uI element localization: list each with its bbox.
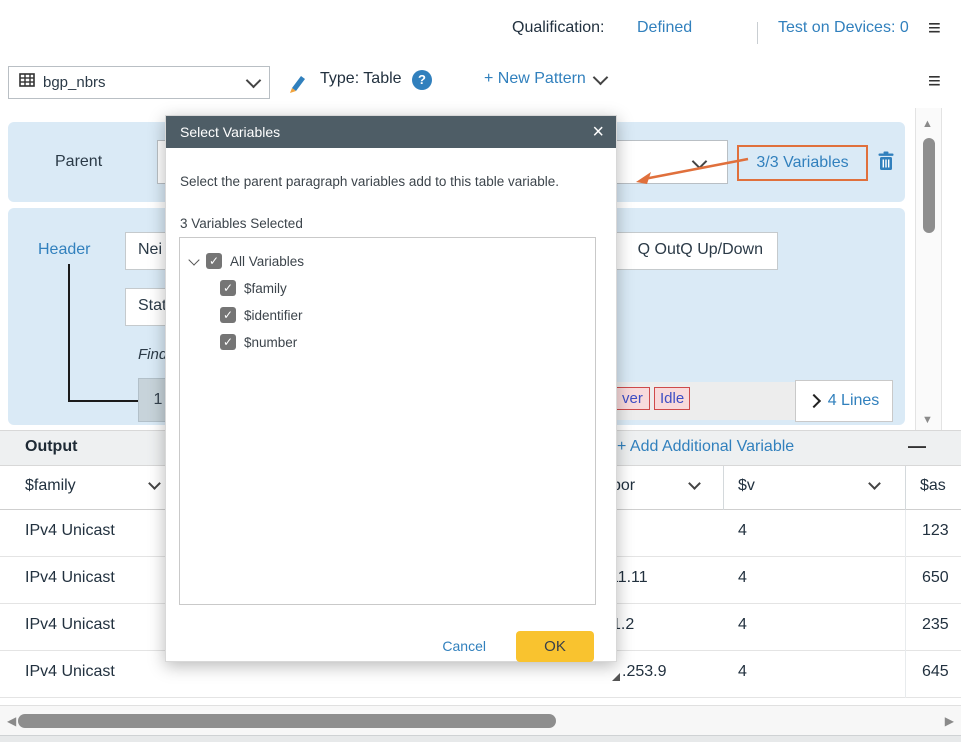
cell-as: 650 (922, 569, 949, 587)
header-line-2-left-text: Stat (138, 297, 166, 315)
lines-count-label: 4 Lines (828, 392, 880, 410)
bottom-edge-strip (0, 735, 961, 742)
checkbox-checked-icon[interactable]: ✓ (220, 280, 236, 296)
tree-item-label: All Variables (230, 254, 304, 269)
header-label: Header (38, 241, 90, 259)
tree-item-label: $number (244, 335, 297, 350)
horizontal-scrollbar-thumb[interactable] (18, 714, 556, 728)
top-bar: Qualification: Defined Test on Devices: … (0, 0, 961, 58)
output-title: Output (25, 438, 77, 456)
cell-as: 645 (922, 663, 949, 681)
tree-item-label: $identifier (244, 308, 303, 323)
parent-label: Parent (55, 122, 102, 202)
column-separator (723, 466, 724, 510)
column-separator (905, 651, 906, 698)
vertical-scrollbar-thumb[interactable] (923, 138, 935, 233)
tree-connector-line (68, 264, 138, 402)
column-separator (905, 604, 906, 651)
scroll-up-icon[interactable]: ▲ (922, 118, 933, 130)
highlight-token-idle[interactable]: Idle (654, 387, 690, 410)
scroll-left-icon[interactable]: ◀ (7, 714, 16, 728)
cancel-button[interactable]: Cancel (442, 638, 486, 654)
scroll-right-icon[interactable]: ▶ (945, 714, 954, 728)
close-icon[interactable]: × (592, 122, 604, 142)
qualification-value-link[interactable]: Defined (637, 19, 692, 37)
chevron-down-icon[interactable] (868, 477, 881, 490)
tree-item-label: $family (244, 281, 287, 296)
dialog-footer: Cancel OK (166, 630, 594, 662)
chevron-down-icon[interactable] (148, 477, 161, 490)
test-on-devices-link[interactable]: Test on Devices: 0 (778, 19, 909, 37)
app-window: Qualification: Defined Test on Devices: … (0, 0, 961, 742)
type-label: Type: Table (320, 70, 402, 88)
tree-item-family[interactable]: ✓ $family (220, 277, 287, 299)
chevron-down-icon (246, 73, 262, 89)
pattern-select-dropdown[interactable]: bgp_nbrs (8, 66, 270, 99)
variables-tree: ✓ All Variables ✓ $family ✓ $identifier … (179, 237, 596, 605)
topbar-divider (757, 22, 758, 44)
highlight-token-ver[interactable]: ver (616, 387, 650, 410)
horizontal-scrollbar[interactable]: ◀ ▶ (0, 705, 961, 735)
tree-item-identifier[interactable]: ✓ $identifier (220, 304, 303, 326)
column-separator (905, 557, 906, 604)
chevron-down-icon (692, 154, 708, 170)
column-header-v[interactable]: $v (738, 477, 755, 495)
ok-button[interactable]: OK (516, 631, 594, 662)
new-pattern-button[interactable]: + New Pattern (484, 70, 586, 88)
delete-trash-icon[interactable] (876, 150, 896, 177)
selected-count-label: 3 Variables Selected (180, 216, 303, 231)
checkbox-checked-icon[interactable]: ✓ (206, 253, 222, 269)
chevron-down-icon[interactable] (188, 254, 199, 265)
toolbar-hamburger-menu-icon[interactable]: ≡ (928, 68, 941, 94)
edit-pencil-icon[interactable] (284, 72, 306, 99)
cell-as: 235 (922, 616, 949, 634)
column-header-family[interactable]: $family (25, 477, 76, 495)
column-header-as[interactable]: $as (920, 477, 946, 495)
column-separator (905, 510, 906, 557)
new-pattern-chevron-icon[interactable] (593, 70, 609, 86)
add-additional-variable-button[interactable]: + Add Additional Variable (617, 438, 794, 456)
dialog-header[interactable]: Select Variables × (166, 116, 616, 148)
hamburger-menu-icon[interactable]: ≡ (928, 15, 941, 41)
help-icon[interactable]: ? (412, 70, 432, 90)
cell-family: IPv4 Unicast (25, 522, 115, 540)
tree-item-number[interactable]: ✓ $number (220, 331, 297, 353)
checkbox-checked-icon[interactable]: ✓ (220, 334, 236, 350)
checkbox-checked-icon[interactable]: ✓ (220, 307, 236, 323)
cell-v: 4 (738, 569, 747, 587)
collapse-section-button[interactable]: — (908, 436, 926, 457)
cell-family: IPv4 Unicast (25, 569, 115, 587)
chevron-down-icon[interactable] (688, 477, 701, 490)
select-variables-dialog: Select Variables × Select the parent par… (165, 115, 617, 662)
cell-v: 4 (738, 522, 747, 540)
cell-v: 4 (738, 616, 747, 634)
dialog-description: Select the parent paragraph variables ad… (180, 174, 559, 189)
dialog-title: Select Variables (180, 124, 592, 140)
qualification-label: Qualification: (512, 19, 605, 37)
pattern-name: bgp_nbrs (43, 74, 240, 91)
tree-item-all-variables[interactable]: ✓ All Variables (190, 250, 304, 272)
expand-lines-button[interactable]: 4 Lines (795, 380, 893, 422)
header-line-1-right-text: Q OutQ Up/Down (638, 241, 763, 259)
cell-family: IPv4 Unicast (25, 616, 115, 634)
cell-as: 123 (922, 522, 949, 540)
vertical-scrollbar[interactable]: ▲ ▼ (915, 108, 942, 436)
cell-v: 4 (738, 663, 747, 681)
table-grid-icon (19, 73, 35, 92)
scroll-down-icon[interactable]: ▼ (922, 414, 933, 426)
variables-count-button[interactable]: 3/3 Variables (737, 145, 868, 181)
edit-marker-icon (612, 673, 620, 681)
column-separator (905, 466, 906, 510)
chevron-right-icon (807, 394, 821, 408)
pattern-toolbar: bgp_nbrs Type: Table ? + New Pattern ≡ (0, 57, 961, 108)
cell-neighbor: .253.9 (622, 663, 666, 681)
cell-family: IPv4 Unicast (25, 663, 115, 681)
header-line-1-left-text: Nei (138, 241, 162, 259)
